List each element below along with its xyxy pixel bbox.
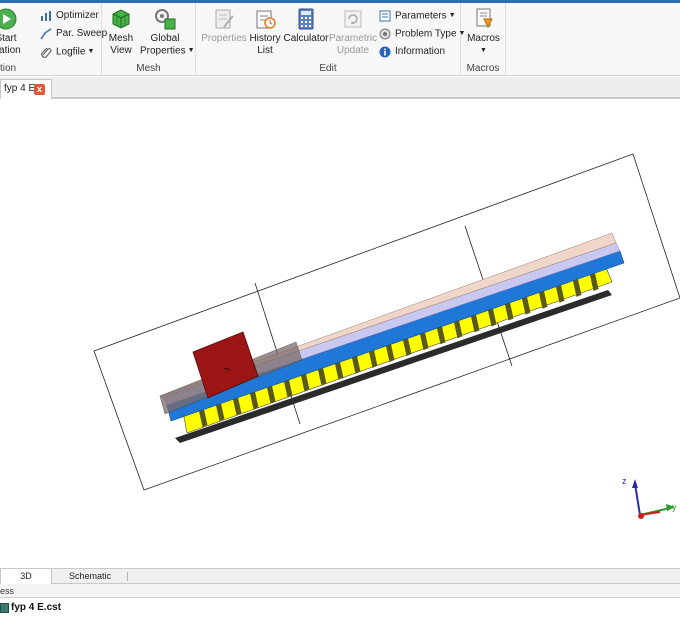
z-axis-label: z (622, 476, 627, 486)
parametric-update-button[interactable]: Parametric Update (328, 7, 378, 57)
logfile-button[interactable]: Logfile ▼ (40, 44, 94, 60)
chevron-down-icon: ▼ (87, 48, 95, 55)
parametric-update-label-line2: Update (336, 45, 370, 56)
global-properties-label-line1: Global (150, 33, 180, 44)
document-tab-label: fyp 4 E (4, 83, 36, 94)
calculator-icon (298, 8, 314, 30)
ribbon-group-simulation: Start ulation Optimizer Par. Sweep Logfi… (0, 3, 107, 76)
gear-mesh-icon (155, 9, 176, 30)
group-label-macros: Macros (466, 63, 500, 74)
document-tab-bar: fyp 4 E x (0, 77, 680, 99)
global-properties-label: Properties (140, 45, 186, 57)
history-list-label-line1: History (249, 33, 281, 44)
mesh-view-button[interactable]: Mesh View (98, 7, 144, 57)
properties-button[interactable]: Properties (200, 7, 248, 45)
paperclip-icon (41, 47, 52, 58)
start-label-line2: ulation (0, 45, 21, 56)
properties-icon (215, 9, 234, 29)
z-axis-arrow (632, 479, 638, 488)
view-tabs: 3D Schematic (0, 568, 680, 584)
optimizer-icon (41, 11, 51, 21)
problem-type-button[interactable]: Problem Type ▼ (379, 26, 465, 42)
global-properties-button[interactable]: Global Properties ▼ (140, 7, 195, 58)
problem-type-icon (379, 28, 391, 40)
y-axis-label: y (672, 502, 677, 512)
tab-schematic[interactable]: Schematic (58, 569, 122, 584)
logfile-label: Logfile (56, 46, 86, 58)
document-tab[interactable]: fyp 4 E x (0, 79, 52, 99)
progress-panel: ess fyp 4 E.cst (0, 584, 680, 640)
mesh-cube-icon (112, 9, 130, 29)
chevron-down-icon: ▼ (448, 12, 456, 19)
problem-type-label: Problem Type (395, 28, 457, 40)
information-label: Information (395, 46, 446, 57)
tab-3d[interactable]: 3D (0, 569, 52, 584)
parameters-button[interactable]: Parameters ▼ (379, 8, 456, 24)
progress-panel-header: ess (0, 584, 680, 598)
macros-button[interactable]: Macros ▼ (461, 7, 506, 57)
project-file-label: fyp 4 E.cst (11, 602, 62, 613)
history-list-label-line2: List (257, 45, 273, 56)
parametric-update-label-line1: Parametric (328, 33, 378, 44)
optimizer-button[interactable]: Optimizer (40, 8, 99, 24)
group-label-simulation: tion (0, 63, 17, 74)
sweep-icon (40, 28, 52, 40)
calculator-button[interactable]: Calculator (282, 7, 330, 45)
3d-model-view[interactable]: z y (0, 101, 680, 568)
information-button[interactable]: Information (379, 44, 445, 60)
optimizer-label: Optimizer (56, 10, 99, 21)
parametric-update-icon (344, 10, 362, 28)
tab-separator (127, 572, 128, 581)
group-label-edit: Edit (319, 63, 337, 74)
z-axis-line (634, 483, 641, 516)
close-icon[interactable]: x (34, 84, 45, 95)
mesh-view-label-line2: View (110, 45, 132, 56)
info-icon (379, 46, 391, 58)
parameters-icon (379, 10, 391, 22)
start-label-line1: Start (0, 33, 17, 44)
start-simulation-button[interactable]: Start ulation (0, 7, 28, 57)
ribbon-group-edit: Properties History List Calculator Param… (196, 3, 465, 76)
3d-viewport[interactable]: z y (0, 101, 680, 568)
macros-icon (476, 8, 493, 29)
play-icon (0, 8, 17, 30)
macros-label: Macros (467, 33, 500, 44)
history-list-button[interactable]: History List (246, 7, 284, 57)
global-properties-label-line2: Properties ▼ (140, 45, 195, 58)
properties-label: Properties (201, 33, 247, 44)
axis-origin (638, 513, 644, 519)
calculator-label: Calculator (283, 33, 329, 44)
axis-triad: z y (622, 476, 677, 519)
project-file-row[interactable]: fyp 4 E.cst (0, 601, 61, 615)
cst-file-icon (0, 603, 9, 613)
ribbon-group-mesh: Mesh View Global Properties ▼ Mesh (102, 3, 196, 76)
parameters-label: Parameters (395, 10, 447, 22)
chevron-down-icon: ▼ (480, 47, 487, 54)
history-icon (256, 10, 276, 29)
group-label-mesh: Mesh (136, 63, 161, 74)
mesh-view-label-line1: Mesh (108, 33, 134, 44)
ribbon: Start ulation Optimizer Par. Sweep Logfi… (0, 3, 680, 76)
ribbon-group-macros: Macros ▼ Macros (461, 3, 506, 76)
chevron-down-icon: ▼ (187, 47, 195, 54)
